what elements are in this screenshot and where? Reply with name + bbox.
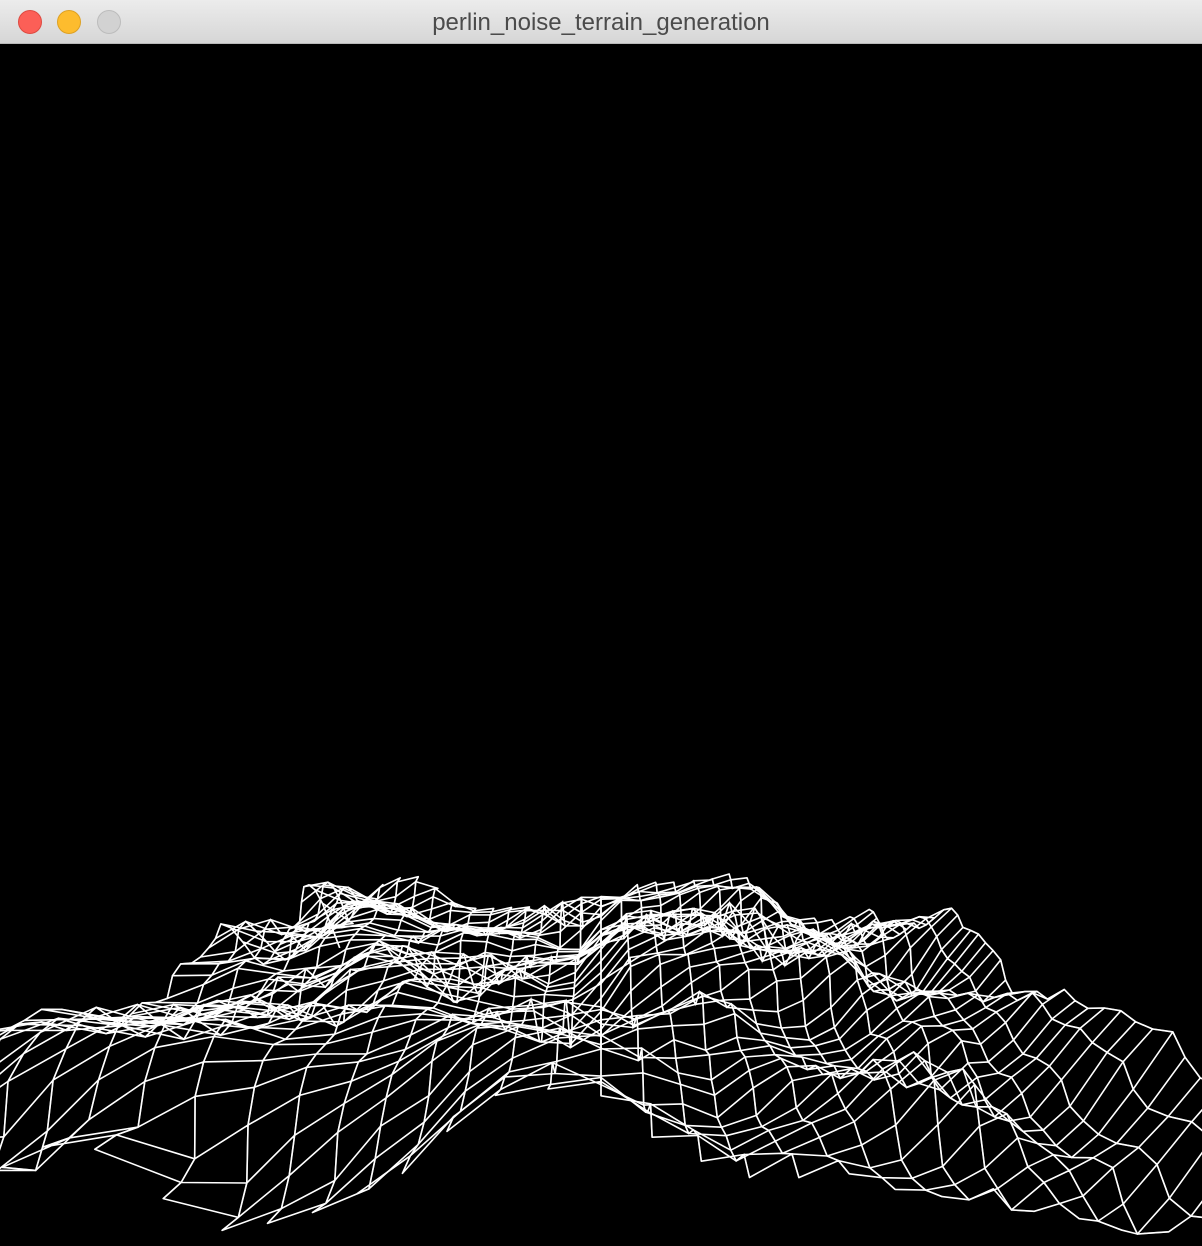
terrain-strip bbox=[23, 1007, 1173, 1118]
window-title: perlin_noise_terrain_generation bbox=[432, 9, 770, 36]
app-window: perlin_noise_terrain_generation bbox=[0, 0, 1202, 1246]
title-bar[interactable]: perlin_noise_terrain_generation bbox=[0, 0, 1202, 44]
terrain-strip bbox=[303, 881, 889, 949]
render-canvas[interactable] bbox=[0, 44, 1202, 1246]
terrain-wireframe bbox=[0, 873, 1202, 1235]
terrain-mesh bbox=[0, 873, 1202, 1235]
